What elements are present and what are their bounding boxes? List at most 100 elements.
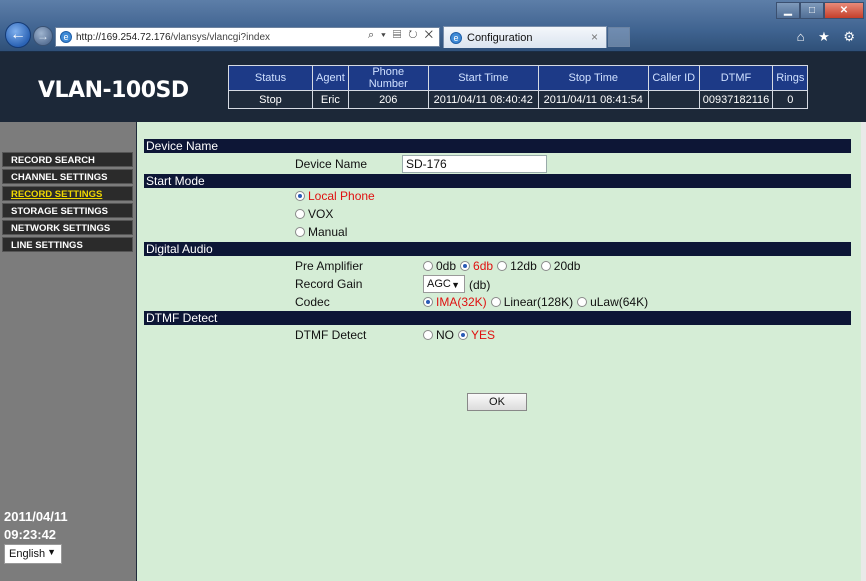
sidebar-item-network-settings[interactable]: Network Settings [2, 220, 133, 235]
codec-label: Codec [295, 295, 330, 309]
option-label: 12db [510, 259, 537, 273]
option-label: Local Phone [308, 189, 375, 203]
status-value-cell: Eric [312, 90, 349, 109]
pre-amplifier-options: 0db 6db 12db 20db [423, 259, 584, 273]
close-window-button[interactable]: ✕ [824, 2, 864, 19]
maximize-button[interactable]: □ [800, 2, 824, 19]
address-tools-icon[interactable]: ⌕ ▾ ▤ ↻ ✕ [368, 29, 435, 42]
section-dtmf-detect: DTMF Detect [144, 311, 851, 325]
start-mode-local-phone[interactable]: Local Phone [295, 189, 375, 203]
pre-amp-option-20db[interactable]: 20db [540, 259, 581, 273]
start-mode-vox[interactable]: VOX [295, 207, 333, 221]
codec-option-ulaw[interactable]: uLaw(64K) [577, 295, 648, 309]
scrollbar[interactable] [861, 122, 866, 581]
page: VLAN-100SD Status Agent Phone Number Sta… [0, 52, 866, 581]
option-label: 0db [436, 259, 457, 273]
tab-close-icon[interactable]: × [591, 30, 598, 44]
radio-icon [577, 297, 588, 307]
radio-icon [295, 209, 305, 219]
tab-title: Configuration [467, 31, 533, 44]
status-value-row: Stop Eric 206 2011/04/11 08:40:42 2011/0… [228, 90, 809, 109]
main-content: Device Name Device Name SD-176 Start Mod… [137, 122, 861, 581]
dtmf-detect-label: DTMF Detect [295, 328, 367, 342]
sidebar-item-storage-settings[interactable]: Storage Settings [2, 203, 133, 218]
codec-option-linear[interactable]: Linear(128K) [490, 295, 574, 309]
language-value: English [9, 548, 46, 560]
status-header-cell: Agent [312, 65, 349, 91]
codec-options: IMA(32K) Linear(128K) uLaw(64K) [423, 295, 652, 309]
clock: 2011/04/11 09:23:42 [4, 508, 68, 544]
minimize-button[interactable]: ▁ [776, 2, 800, 19]
option-label: VOX [308, 207, 334, 221]
sidebar-item-channel-settings[interactable]: Channel Settings [2, 169, 133, 184]
status-value-cell: 206 [347, 90, 429, 109]
pre-amp-option-12db[interactable]: 12db [497, 259, 537, 273]
address-bar[interactable]: e http://169.254.72.176/vlansys/vlancgi?… [55, 27, 440, 47]
record-gain-value: AGC [427, 278, 451, 290]
url-host: http://169.254.72.176 [76, 31, 171, 43]
sidebar-item-record-search[interactable]: Record Search [2, 152, 133, 167]
status-header-cell: Start Time [427, 65, 539, 91]
option-label: Manual [308, 225, 348, 239]
radio-icon [497, 261, 508, 271]
option-label: 20db [553, 259, 581, 273]
dtmf-option-no[interactable]: NO [423, 328, 454, 342]
ie-icon: e [450, 31, 462, 44]
forward-button[interactable]: → [33, 26, 53, 46]
pre-amplifier-label: Pre Amplifier [295, 259, 364, 273]
pre-amp-option-0db[interactable]: 0db [423, 259, 456, 273]
radio-icon [295, 227, 305, 237]
status-header-cell: Rings [772, 65, 809, 91]
section-device-name: Device Name [144, 139, 851, 153]
forward-arrow-icon: → [37, 29, 49, 43]
record-gain-select[interactable]: AGC ▼ [423, 275, 465, 293]
device-name-input[interactable]: SD-176 [402, 155, 547, 173]
clock-date: 2011/04/11 [4, 509, 68, 524]
radio-selected-icon [295, 191, 305, 201]
option-label: YES [471, 328, 496, 342]
record-gain-label: Record Gain [295, 277, 363, 291]
status-value-cell: 00937182116 [698, 90, 774, 109]
device-name-label: Device Name [295, 157, 368, 171]
radio-selected-icon [458, 330, 468, 340]
home-favorites-settings-icons[interactable]: ⌂ ★ ⚙ [797, 29, 860, 45]
status-value-cell: 2011/04/11 08:41:54 [537, 90, 649, 109]
status-header-cell: Stop Time [537, 65, 649, 91]
codec-option-ima[interactable]: IMA(32K) [423, 295, 487, 309]
sidebar-item-record-settings[interactable]: Record Settings [2, 186, 133, 201]
dtmf-options: NO YES [423, 328, 499, 342]
section-start-mode: Start Mode [144, 174, 851, 188]
status-value-cell: 2011/04/11 08:40:42 [427, 90, 539, 109]
back-arrow-icon: ← [10, 26, 26, 43]
language-select[interactable]: English ▼ [4, 544, 62, 564]
status-header-cell: Status [228, 65, 313, 91]
radio-selected-icon [423, 297, 433, 307]
pre-amp-option-6db[interactable]: 6db [460, 259, 493, 273]
start-mode-manual[interactable]: Manual [295, 225, 347, 239]
status-header-row: Status Agent Phone Number Start Time Sto… [228, 65, 809, 91]
radio-icon [540, 261, 551, 271]
chevron-down-icon: ▼ [451, 280, 460, 290]
option-label: IMA(32K) [436, 295, 487, 309]
browser-chrome: ← → e http://169.254.72.176/vlansys/vlan… [0, 0, 866, 52]
new-tab-button[interactable] [608, 27, 630, 47]
sidebar: Record Search Channel Settings Record Se… [0, 122, 136, 581]
status-table: Status Agent Phone Number Start Time Sto… [228, 65, 809, 109]
option-label: Linear(128K) [503, 295, 574, 309]
ie-icon: e [60, 31, 72, 43]
option-label: uLaw(64K) [590, 295, 649, 309]
status-value-cell: 0 [772, 90, 809, 109]
status-header-cell: Caller ID [647, 65, 700, 91]
radio-selected-icon [460, 261, 471, 271]
dtmf-option-yes[interactable]: YES [458, 328, 495, 342]
back-button[interactable]: ← [5, 22, 31, 48]
url-path: /vlansys/vlancgi?index [170, 31, 271, 43]
ok-button[interactable]: OK [467, 393, 527, 411]
radio-icon [490, 297, 501, 307]
app-logo: VLAN-100SD [38, 78, 189, 103]
radio-icon [423, 261, 433, 271]
radio-icon [423, 330, 433, 340]
option-label: 6db [473, 259, 494, 273]
sidebar-item-line-settings[interactable]: Line Settings [2, 237, 133, 252]
browser-tab[interactable]: e Configuration × [443, 26, 607, 48]
